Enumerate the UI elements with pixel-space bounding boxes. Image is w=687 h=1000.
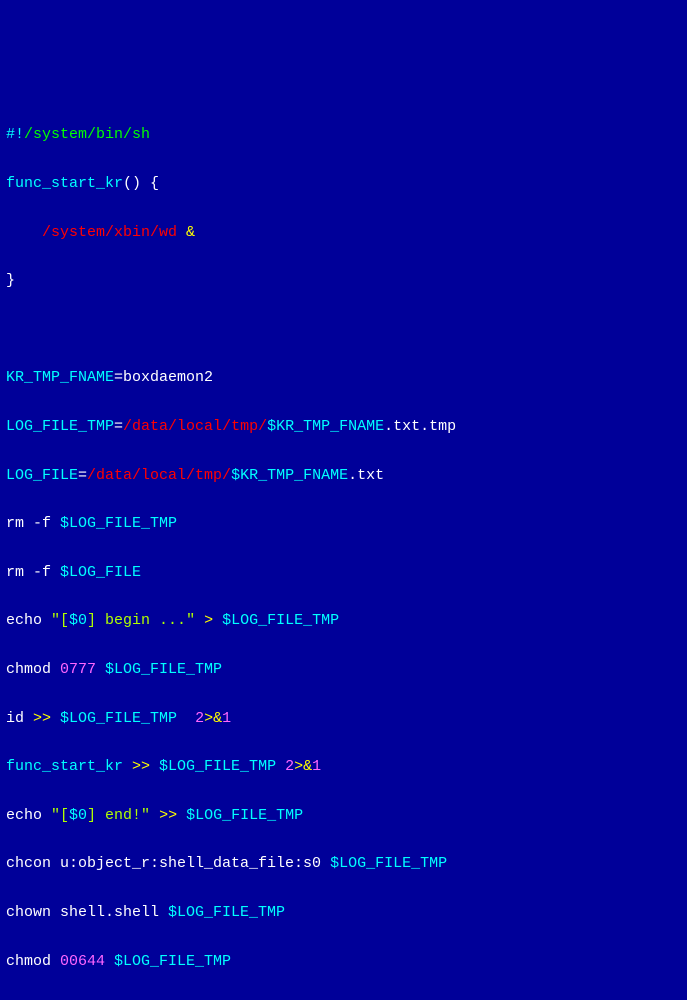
code-line: chmod 0777 $LOG_FILE_TMP (6, 658, 681, 682)
command: chown shell.shell (6, 904, 168, 921)
code-line: func_start_kr >> $LOG_FILE_TMP 2>&1 (6, 755, 681, 779)
command: echo (6, 807, 51, 824)
redirect-op: >& (204, 710, 222, 727)
var-ref: $LOG_FILE_TMP (168, 904, 285, 921)
equals: = (114, 418, 123, 435)
code-line: KR_TMP_FNAME=boxdaemon2 (6, 366, 681, 390)
redirect-op: >& (294, 758, 312, 775)
code-line: id >> $LOG_FILE_TMP 2>&1 (6, 707, 681, 731)
var-ref: $LOG_FILE_TMP (60, 710, 195, 727)
code-line: /system/xbin/wd & (6, 221, 681, 245)
var-ref: $KR_TMP_FNAME (231, 467, 348, 484)
code-line: echo "[$0] end!" >> $LOG_FILE_TMP (6, 804, 681, 828)
string-literal: ] end!" (87, 807, 159, 824)
command: echo (6, 612, 51, 629)
fd-number: 1 (312, 758, 321, 775)
var-ref: $0 (69, 612, 87, 629)
var-ref: $LOG_FILE_TMP (114, 953, 231, 970)
shebang-path: /system/bin/sh (24, 126, 150, 143)
var-ref: $LOG_FILE_TMP (159, 758, 285, 775)
brace-close: } (6, 272, 15, 289)
path-literal: /data/local/tmp/ (123, 418, 267, 435)
numeric-literal: 0777 (60, 661, 105, 678)
code-line (6, 318, 681, 342)
flag: -f (33, 564, 60, 581)
string-literal: "[ (51, 807, 69, 824)
flag: -f (33, 515, 60, 532)
redirect-op: >> (33, 710, 60, 727)
numeric-literal: 00644 (60, 953, 114, 970)
var-name: KR_TMP_FNAME (6, 369, 114, 386)
redirect-op: >> (132, 758, 159, 775)
redirect-op: >> (159, 807, 186, 824)
code-line: #!/system/bin/sh (6, 123, 681, 147)
code-line: func_start_kr() { (6, 172, 681, 196)
func-name: func_start_kr (6, 175, 123, 192)
code-line: chcon u:object_r:shell_data_file:s0 $LOG… (6, 852, 681, 876)
background-op: & (186, 224, 195, 241)
equals: = (78, 467, 87, 484)
code-line: chown shell.shell $LOG_FILE_TMP (6, 901, 681, 925)
redirect-op: > (204, 612, 222, 629)
code-line: rm -f $LOG_FILE_TMP (6, 512, 681, 536)
var-ref: $LOG_FILE_TMP (60, 515, 177, 532)
path-literal: /data/local/tmp/ (87, 467, 231, 484)
func-decl: () { (123, 175, 159, 192)
code-line: } (6, 269, 681, 293)
var-ref: $0 (69, 807, 87, 824)
path-suffix: .txt (348, 467, 384, 484)
fd-number: 2 (285, 758, 294, 775)
string-literal: ] begin ..." (87, 612, 204, 629)
var-ref: $KR_TMP_FNAME (267, 418, 384, 435)
command: chmod (6, 661, 60, 678)
command: chmod (6, 953, 60, 970)
blank-line (6, 321, 15, 338)
fd-number: 2 (195, 710, 204, 727)
var-ref: $LOG_FILE_TMP (330, 855, 447, 872)
code-line: chmod 00644 $LOG_FILE_TMP (6, 950, 681, 974)
var-assign: =boxdaemon2 (114, 369, 213, 386)
code-line: mv $LOG_FILE_TMP $LOG_FILE (6, 998, 681, 1000)
func-call: func_start_kr (6, 758, 132, 775)
command: chcon u:object_r:shell_data_file:s0 (6, 855, 330, 872)
command: rm (6, 564, 33, 581)
string-literal: "[ (51, 612, 69, 629)
command: rm (6, 515, 33, 532)
var-ref: $LOG_FILE_TMP (105, 661, 222, 678)
var-name: LOG_FILE (6, 467, 78, 484)
var-ref: $LOG_FILE_TMP (222, 612, 339, 629)
code-line: LOG_FILE=/data/local/tmp/$KR_TMP_FNAME.t… (6, 464, 681, 488)
command-path: /system/xbin/wd (42, 224, 186, 241)
indent (6, 224, 42, 241)
fd-number: 1 (222, 710, 231, 727)
path-suffix: .txt.tmp (384, 418, 456, 435)
command: id (6, 710, 33, 727)
var-ref: $LOG_FILE (60, 564, 141, 581)
code-line: echo "[$0] begin ..." > $LOG_FILE_TMP (6, 609, 681, 633)
var-ref: $LOG_FILE_TMP (186, 807, 303, 824)
var-name: LOG_FILE_TMP (6, 418, 114, 435)
code-line: LOG_FILE_TMP=/data/local/tmp/$KR_TMP_FNA… (6, 415, 681, 439)
code-line: rm -f $LOG_FILE (6, 561, 681, 585)
code-block: #!/system/bin/sh func_start_kr() { /syst… (6, 99, 681, 1000)
shebang-marker: #! (6, 126, 24, 143)
